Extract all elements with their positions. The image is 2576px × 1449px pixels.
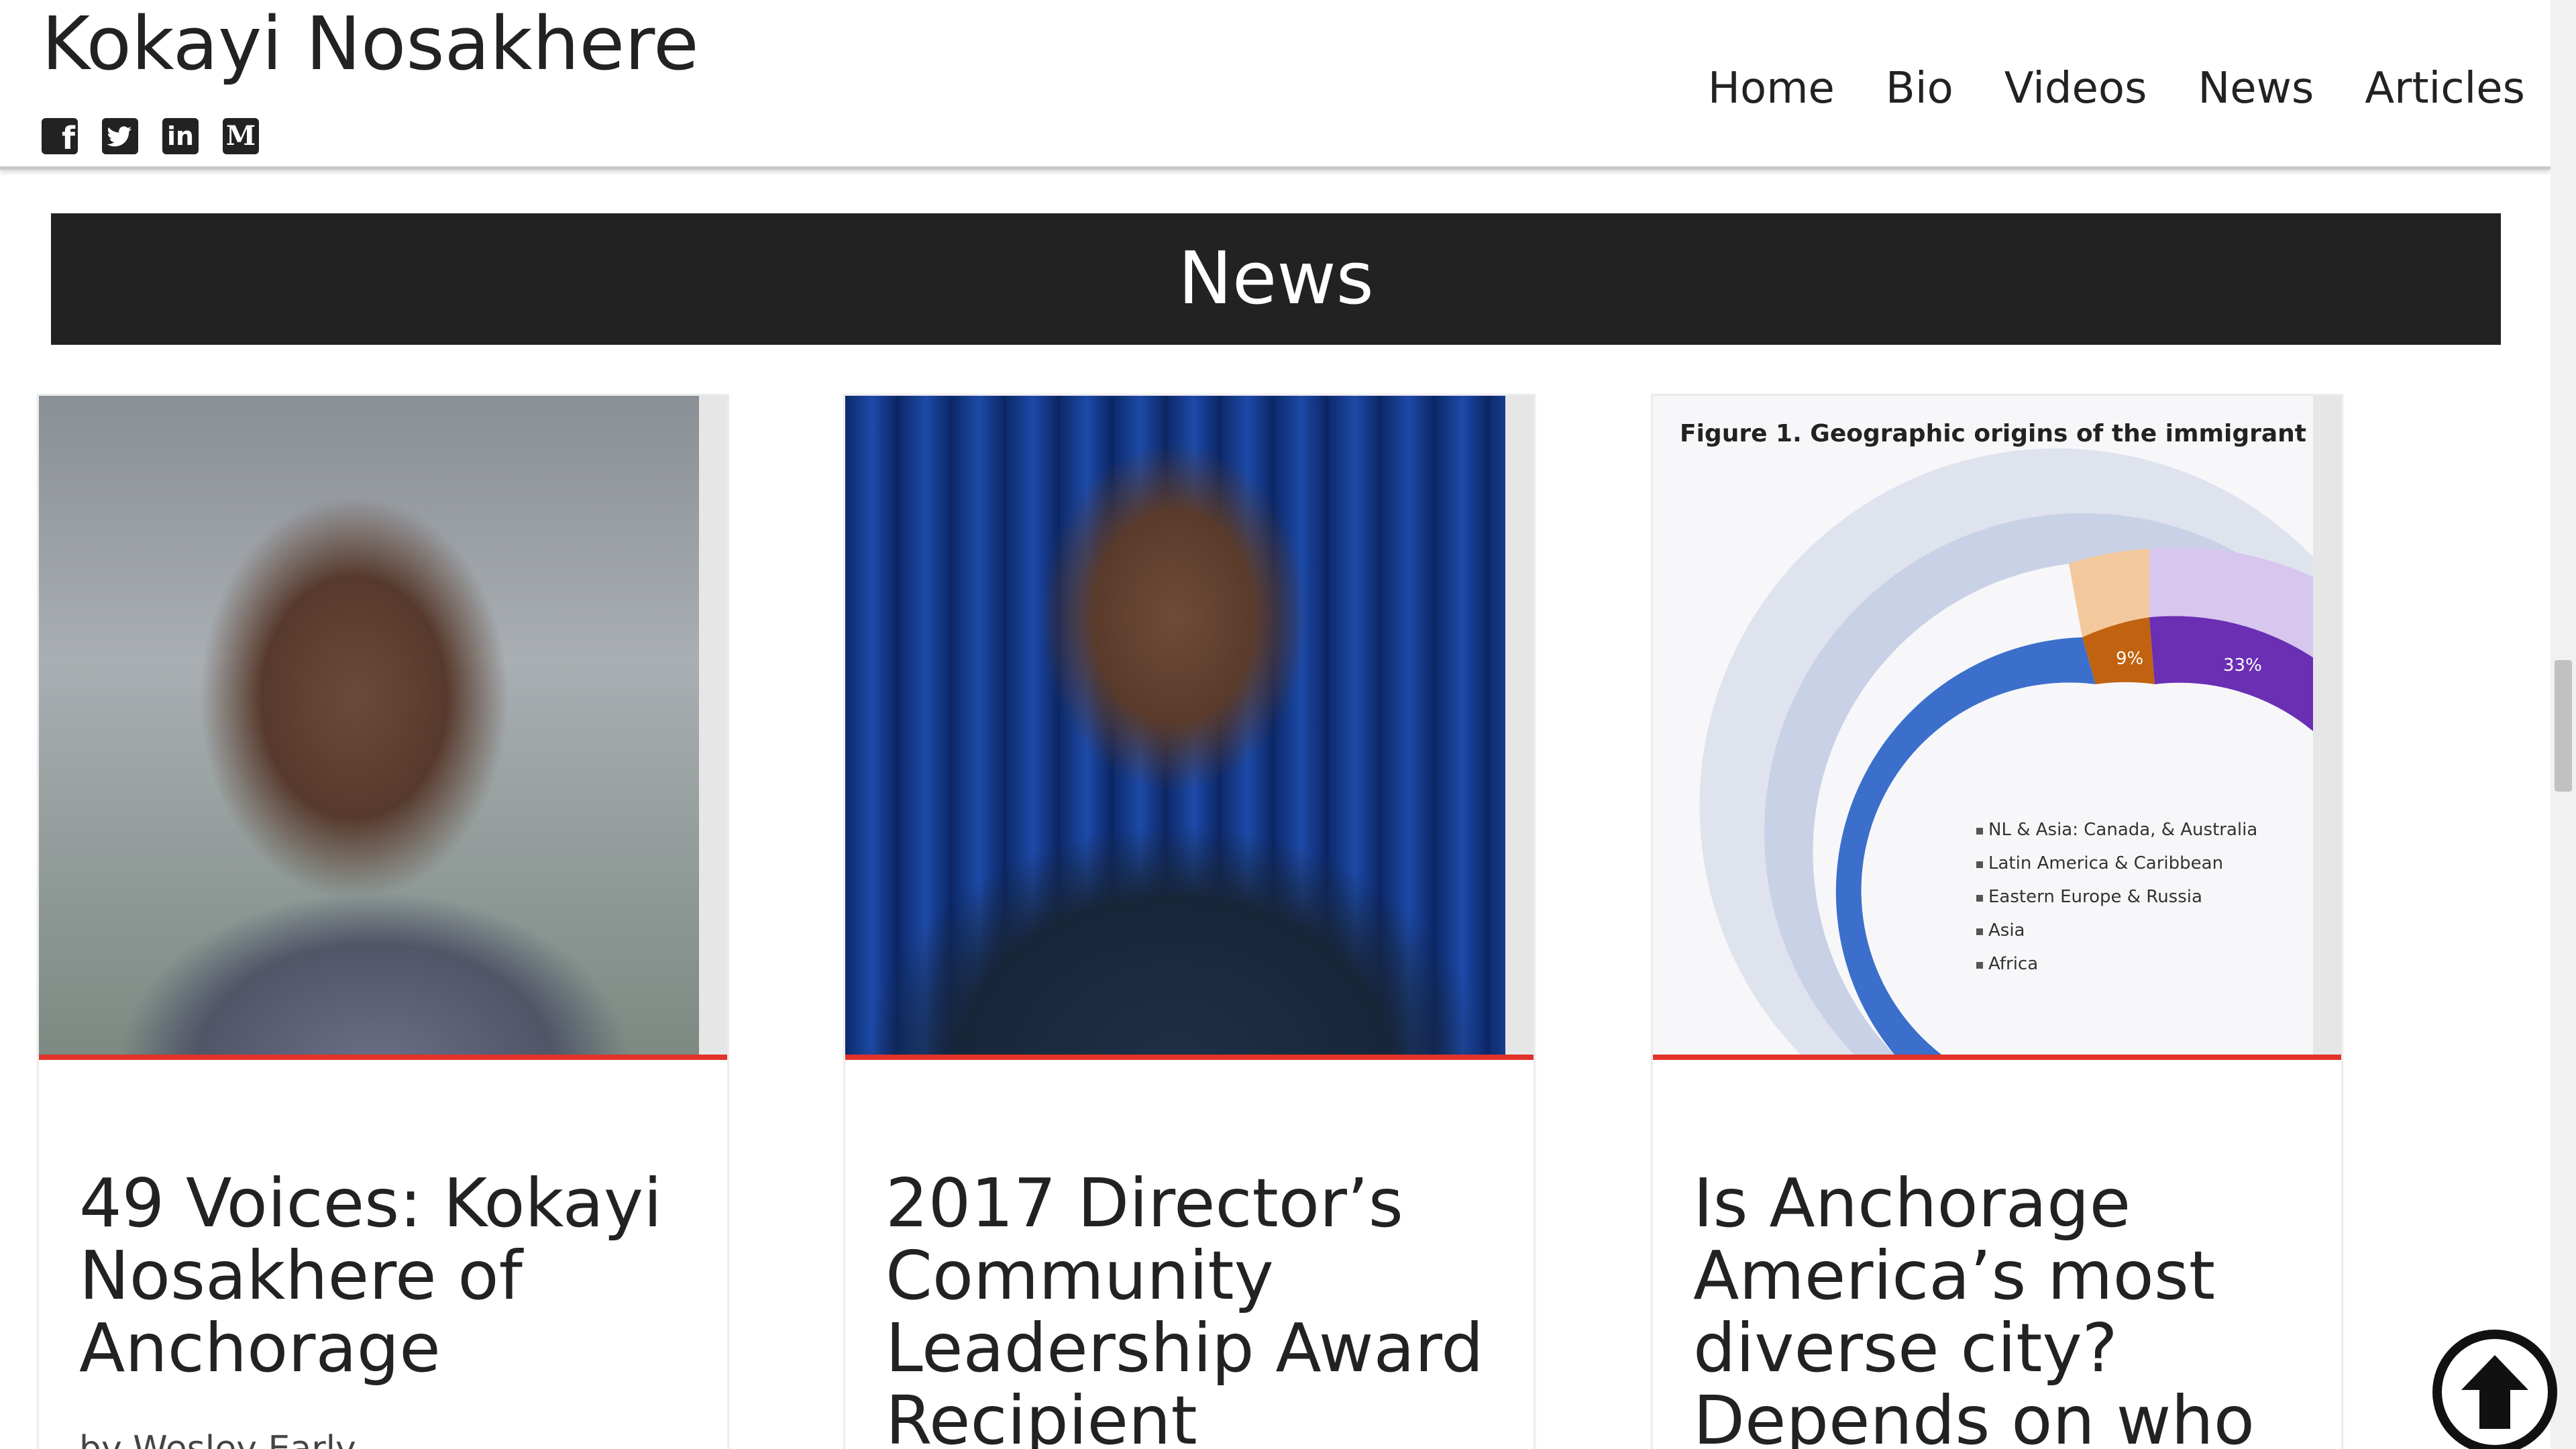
scrollbar-thumb[interactable] (2555, 660, 2572, 792)
site-title[interactable]: Kokayi Nosakhere (42, 0, 699, 87)
nav-home[interactable]: Home (1708, 62, 1835, 115)
thumbnail-legend-item: Africa (1988, 954, 2038, 974)
news-card-3[interactable]: Figure 1. Geographic origins of the immi… (1653, 396, 2341, 1449)
card-image-container[interactable] (39, 396, 727, 1060)
thumbnail-legend-item: Eastern Europe & Russia (1988, 887, 2202, 907)
page-scrollbar[interactable] (2551, 0, 2576, 1449)
card-title[interactable]: 49 Voices: Kokayi Nosakhere of Anchorage (79, 1167, 703, 1385)
site-header: Kokayi Nosakhere f in M Home Bio Videos … (0, 0, 2551, 170)
thumbnail-label-dark: 33% (2223, 655, 2262, 676)
card-byline: by Wesley Early (79, 1429, 356, 1449)
card-photo-portrait[interactable] (845, 396, 1505, 1055)
twitter-icon[interactable] (102, 118, 138, 154)
linkedin-icon[interactable]: in (162, 118, 199, 154)
thumbnail-legend-item: Asia (1988, 920, 2025, 941)
card-title[interactable]: 2017 Director’s Community Leadership Awa… (885, 1167, 1509, 1449)
nav-news[interactable]: News (2198, 62, 2314, 115)
facebook-icon[interactable]: f (42, 118, 78, 154)
medium-icon[interactable]: M (223, 118, 259, 154)
card-image-container[interactable]: Figure 1. Geographic origins of the immi… (1653, 396, 2341, 1060)
back-to-top-button[interactable] (2431, 1328, 2559, 1449)
news-card-1[interactable]: 49 Voices: Kokayi Nosakhere of Anchorage… (39, 396, 727, 1449)
main-nav: Home Bio Videos News Articles (1708, 62, 2525, 115)
arrow-up-circle-icon (2432, 1330, 2557, 1449)
thumbnail-legend-item: Latin America & Caribbean (1988, 853, 2223, 873)
card-photo-portrait[interactable] (39, 396, 699, 1055)
nav-bio[interactable]: Bio (1886, 62, 1953, 115)
thumbnail-label-mid: 9% (2116, 649, 2143, 669)
nav-videos[interactable]: Videos (2004, 62, 2147, 115)
thumbnail-legend-item: NL & Asia: Canada, & Australia (1988, 820, 2257, 840)
card-thumbnail-chart[interactable]: Figure 1. Geographic origins of the immi… (1653, 396, 2313, 1055)
card-title[interactable]: Is Anchorage America’s most diverse city… (1693, 1167, 2317, 1449)
nav-articles[interactable]: Articles (2365, 62, 2525, 115)
social-links: f in M (42, 118, 259, 154)
thumbnail-caption: Figure 1. Geographic origins of the immi… (1680, 420, 2313, 447)
section-banner: News (51, 213, 2501, 345)
news-card-2[interactable]: 2017 Director’s Community Leadership Awa… (845, 396, 1534, 1449)
card-image-container[interactable] (845, 396, 1534, 1060)
